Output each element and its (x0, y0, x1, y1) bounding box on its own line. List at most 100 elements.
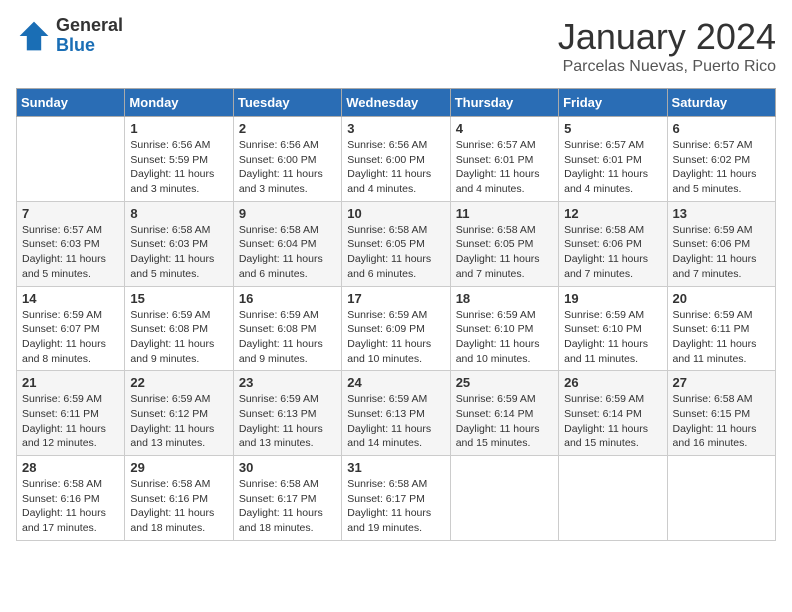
calendar-cell: 21Sunrise: 6:59 AMSunset: 6:11 PMDayligh… (17, 371, 125, 456)
header-wednesday: Wednesday (342, 89, 450, 117)
day-number: 20 (673, 291, 770, 306)
calendar-cell: 1Sunrise: 6:56 AMSunset: 5:59 PMDaylight… (125, 117, 233, 202)
day-info: Sunrise: 6:58 AMSunset: 6:16 PMDaylight:… (22, 477, 119, 536)
calendar-cell: 29 Sunrise: 6:58 AMSunset: 6:16 PMDayligh… (125, 456, 233, 541)
logo-blue: Blue (56, 36, 123, 56)
day-number: 18 (456, 291, 553, 306)
calendar-cell: 28 Sunrise: 6:58 AMSunset: 6:16 PMDayligh… (17, 456, 125, 541)
day-number: 24 (347, 375, 444, 390)
calendar-cell (17, 117, 125, 202)
day-info: Sunrise: 6:58 AMSunset: 6:15 PMDaylight:… (673, 392, 770, 451)
header-friday: Friday (559, 89, 667, 117)
day-number: 2 (239, 121, 336, 136)
calendar-cell: 24 Sunrise: 6:59 AMSunset: 6:13 PMDayligh… (342, 371, 450, 456)
calendar-cell: 11Sunrise: 6:58 AMSunset: 6:05 PMDayligh… (450, 201, 558, 286)
day-number: 7 (22, 206, 119, 221)
calendar-cell: 23Sunrise: 6:59 AMSunset: 6:13 PMDayligh… (233, 371, 341, 456)
day-number: 11 (456, 206, 553, 221)
day-info: Sunrise: 6:59 AMSunset: 6:12 PMDaylight:… (130, 392, 227, 451)
calendar-header-row: SundayMondayTuesdayWednesdayThursdayFrid… (17, 89, 776, 117)
day-number: 25 (456, 375, 553, 390)
day-number: 26 (564, 375, 661, 390)
calendar-cell: 26 Sunrise: 6:59 AMSunset: 6:14 PMDayligh… (559, 371, 667, 456)
day-number: 23 (239, 375, 336, 390)
day-number: 29 (130, 460, 227, 475)
day-info: Sunrise: 6:56 AMSunset: 6:00 PMDaylight:… (239, 138, 336, 197)
calendar-cell: 7 Sunrise: 6:57 AMSunset: 6:03 PMDaylight… (17, 201, 125, 286)
day-info: Sunrise: 6:59 AMSunset: 6:13 PMDaylight:… (347, 392, 444, 451)
day-info: Sunrise: 6:59 AMSunset: 6:06 PMDaylight:… (673, 223, 770, 282)
day-number: 22 (130, 375, 227, 390)
calendar-cell: 17Sunrise: 6:59 AMSunset: 6:09 PMDayligh… (342, 286, 450, 371)
calendar-cell: 2 Sunrise: 6:56 AMSunset: 6:00 PMDaylight… (233, 117, 341, 202)
day-number: 31 (347, 460, 444, 475)
day-number: 28 (22, 460, 119, 475)
calendar-cell: 22 Sunrise: 6:59 AMSunset: 6:12 PMDayligh… (125, 371, 233, 456)
calendar-week-5: 28 Sunrise: 6:58 AMSunset: 6:16 PMDayligh… (17, 456, 776, 541)
day-info: Sunrise: 6:59 AMSunset: 6:11 PMDaylight:… (673, 308, 770, 367)
day-info: Sunrise: 6:58 AMSunset: 6:06 PMDaylight:… (564, 223, 661, 282)
header-monday: Monday (125, 89, 233, 117)
day-number: 21 (22, 375, 119, 390)
calendar-cell: 16 Sunrise: 6:59 AMSunset: 6:08 PMDayligh… (233, 286, 341, 371)
day-info: Sunrise: 6:59 AMSunset: 6:10 PMDaylight:… (564, 308, 661, 367)
day-number: 4 (456, 121, 553, 136)
calendar-cell (450, 456, 558, 541)
calendar-table: SundayMondayTuesdayWednesdayThursdayFrid… (16, 88, 776, 541)
calendar-cell: 4 Sunrise: 6:57 AMSunset: 6:01 PMDaylight… (450, 117, 558, 202)
calendar-week-1: 1Sunrise: 6:56 AMSunset: 5:59 PMDaylight… (17, 117, 776, 202)
day-info: Sunrise: 6:57 AMSunset: 6:03 PMDaylight:… (22, 223, 119, 282)
day-number: 15 (130, 291, 227, 306)
day-info: Sunrise: 6:58 AMSunset: 6:03 PMDaylight:… (130, 223, 227, 282)
calendar-cell: 10 Sunrise: 6:58 AMSunset: 6:05 PMDayligh… (342, 201, 450, 286)
logo: General Blue (16, 16, 123, 56)
day-number: 10 (347, 206, 444, 221)
day-info: Sunrise: 6:57 AMSunset: 6:01 PMDaylight:… (456, 138, 553, 197)
day-number: 8 (130, 206, 227, 221)
calendar-cell (559, 456, 667, 541)
header-saturday: Saturday (667, 89, 775, 117)
day-info: Sunrise: 6:59 AMSunset: 6:09 PMDaylight:… (347, 308, 444, 367)
header-thursday: Thursday (450, 89, 558, 117)
day-info: Sunrise: 6:59 AMSunset: 6:08 PMDaylight:… (130, 308, 227, 367)
calendar-cell (667, 456, 775, 541)
calendar-cell: 5Sunrise: 6:57 AMSunset: 6:01 PMDaylight… (559, 117, 667, 202)
day-number: 16 (239, 291, 336, 306)
header: General Blue January 2024 Parcelas Nueva… (16, 16, 776, 76)
day-info: Sunrise: 6:59 AMSunset: 6:14 PMDaylight:… (456, 392, 553, 451)
calendar-week-2: 7 Sunrise: 6:57 AMSunset: 6:03 PMDaylight… (17, 201, 776, 286)
day-number: 1 (130, 121, 227, 136)
month-title: January 2024 (558, 16, 776, 58)
day-info: Sunrise: 6:59 AMSunset: 6:14 PMDaylight:… (564, 392, 661, 451)
calendar-cell: 20 Sunrise: 6:59 AMSunset: 6:11 PMDayligh… (667, 286, 775, 371)
calendar-cell: 12Sunrise: 6:58 AMSunset: 6:06 PMDayligh… (559, 201, 667, 286)
calendar-cell: 3Sunrise: 6:56 AMSunset: 6:00 PMDaylight… (342, 117, 450, 202)
calendar-cell: 13 Sunrise: 6:59 AMSunset: 6:06 PMDayligh… (667, 201, 775, 286)
logo-general: General (56, 16, 123, 36)
day-number: 3 (347, 121, 444, 136)
day-number: 6 (673, 121, 770, 136)
day-number: 5 (564, 121, 661, 136)
logo-icon (16, 18, 52, 54)
calendar-cell: 27 Sunrise: 6:58 AMSunset: 6:15 PMDayligh… (667, 371, 775, 456)
day-number: 19 (564, 291, 661, 306)
calendar-cell: 25 Sunrise: 6:59 AMSunset: 6:14 PMDayligh… (450, 371, 558, 456)
day-info: Sunrise: 6:58 AMSunset: 6:17 PMDaylight:… (239, 477, 336, 536)
day-number: 30 (239, 460, 336, 475)
calendar-cell: 30 Sunrise: 6:58 AMSunset: 6:17 PMDayligh… (233, 456, 341, 541)
calendar-cell: 8 Sunrise: 6:58 AMSunset: 6:03 PMDaylight… (125, 201, 233, 286)
day-number: 27 (673, 375, 770, 390)
calendar-cell: 9Sunrise: 6:58 AMSunset: 6:04 PMDaylight… (233, 201, 341, 286)
day-info: Sunrise: 6:58 AMSunset: 6:05 PMDaylight:… (347, 223, 444, 282)
day-info: Sunrise: 6:58 AMSunset: 6:16 PMDaylight:… (130, 477, 227, 536)
day-info: Sunrise: 6:59 AMSunset: 6:08 PMDaylight:… (239, 308, 336, 367)
calendar-cell: 18Sunrise: 6:59 AMSunset: 6:10 PMDayligh… (450, 286, 558, 371)
day-number: 14 (22, 291, 119, 306)
header-tuesday: Tuesday (233, 89, 341, 117)
title-area: January 2024 Parcelas Nuevas, Puerto Ric… (558, 16, 776, 76)
day-info: Sunrise: 6:58 AMSunset: 6:17 PMDaylight:… (347, 477, 444, 536)
logo-text: General Blue (56, 16, 123, 56)
calendar-cell: 31 Sunrise: 6:58 AMSunset: 6:17 PMDayligh… (342, 456, 450, 541)
day-number: 13 (673, 206, 770, 221)
calendar-cell: 14Sunrise: 6:59 AMSunset: 6:07 PMDayligh… (17, 286, 125, 371)
